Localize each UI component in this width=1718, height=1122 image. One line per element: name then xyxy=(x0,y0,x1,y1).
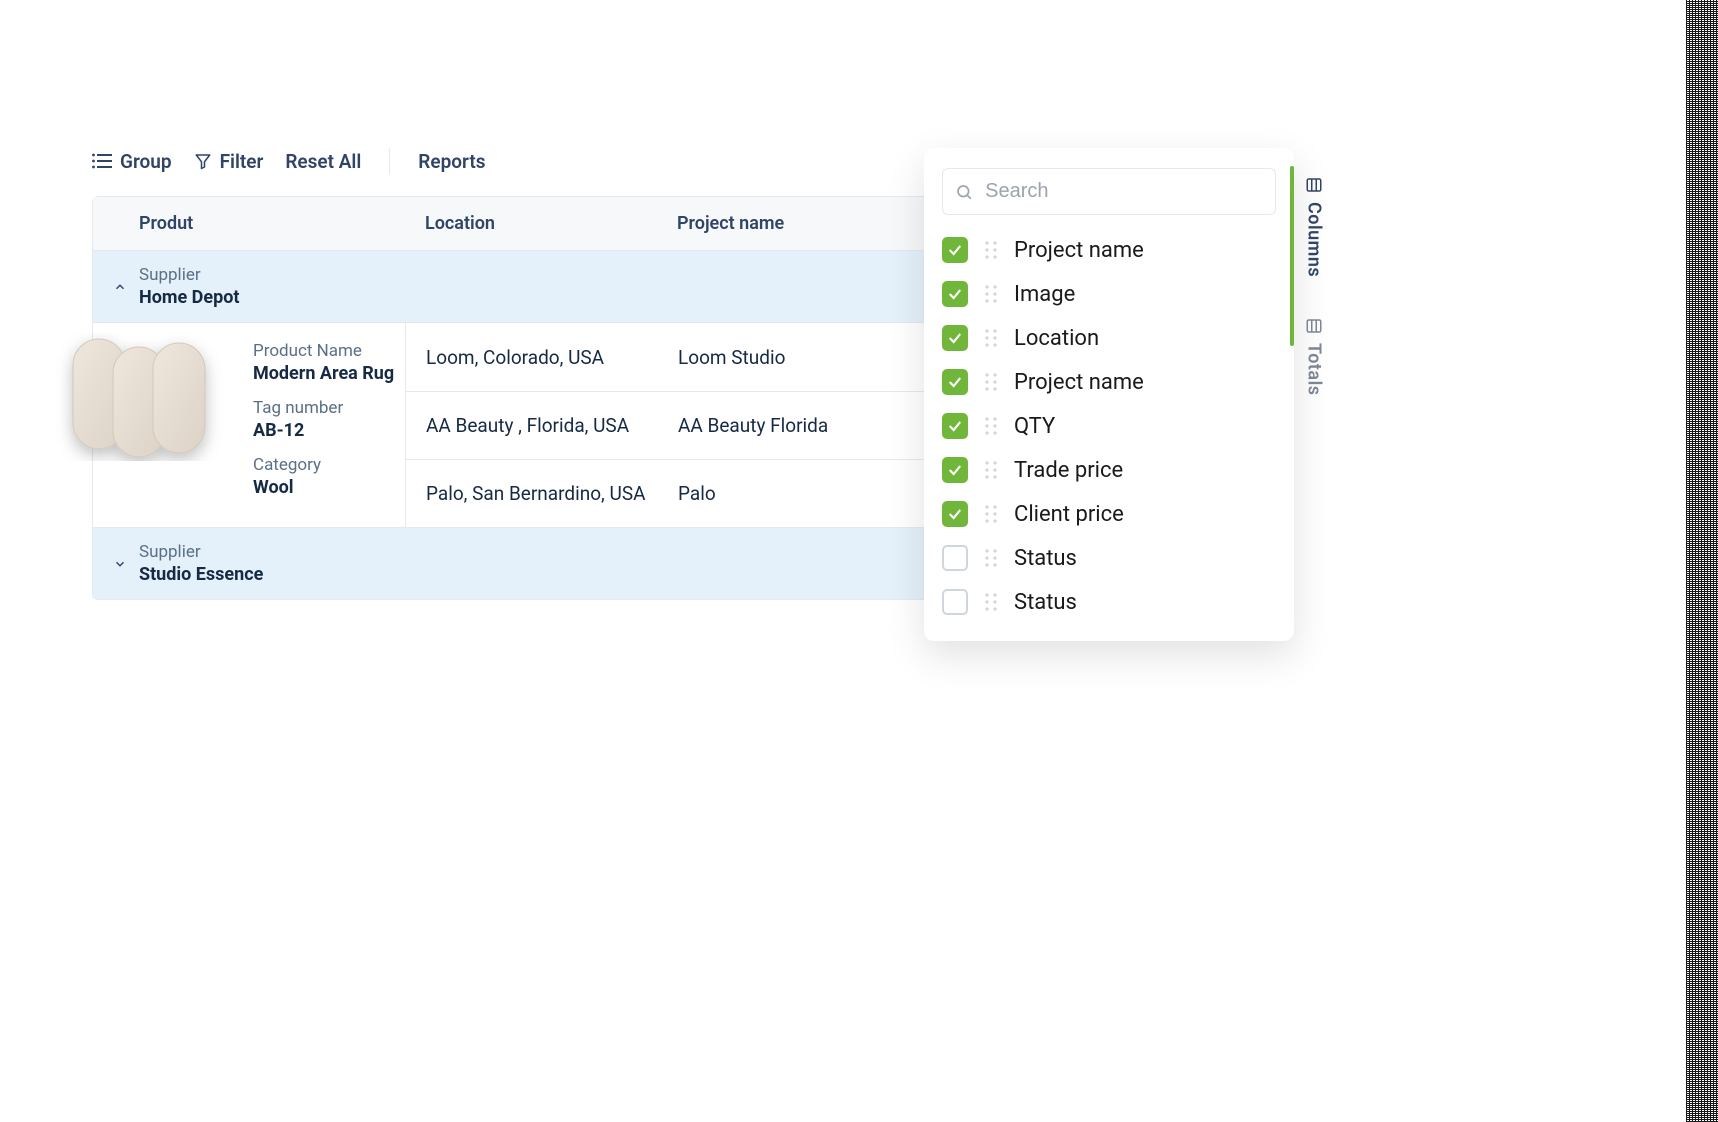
col-location[interactable]: Location xyxy=(405,213,657,234)
tab-totals-label: Totals xyxy=(1304,343,1325,396)
totals-icon xyxy=(1305,317,1323,335)
reset-all-button[interactable]: Reset All xyxy=(285,150,361,173)
product-details: Product Name Modern Area Rug Tag number … xyxy=(93,323,405,527)
column-label: Status xyxy=(1014,590,1077,615)
column-label: Client price xyxy=(1014,502,1124,527)
tab-totals[interactable]: Totals xyxy=(1304,317,1325,396)
reports-button[interactable]: Reports xyxy=(418,150,485,173)
value-category: Wool xyxy=(253,477,405,498)
drag-handle-icon[interactable] xyxy=(984,504,998,524)
kv-category: Category Wool xyxy=(253,455,405,498)
tab-columns[interactable]: Columns xyxy=(1304,176,1325,277)
group-button[interactable]: Group xyxy=(92,150,172,173)
drag-handle-icon[interactable] xyxy=(984,548,998,568)
column-label: Trade price xyxy=(1014,458,1123,483)
reset-label: Reset All xyxy=(285,150,361,173)
tab-columns-label: Columns xyxy=(1304,202,1325,277)
column-label: QTY xyxy=(1014,414,1055,439)
kv-product-name: Product Name Modern Area Rug xyxy=(253,341,405,384)
group-label: Group xyxy=(120,150,172,173)
search-input[interactable] xyxy=(983,179,1263,204)
filter-label: Filter xyxy=(220,150,264,173)
list-icon xyxy=(92,153,112,169)
data-table: Produt Location Project name Client Pric… xyxy=(92,196,1048,600)
checkbox-on[interactable] xyxy=(942,237,968,263)
panel-tabs: Columns Totals xyxy=(1294,148,1334,641)
drag-handle-icon[interactable] xyxy=(984,284,998,304)
checkbox-off[interactable] xyxy=(942,545,968,571)
checkbox-on[interactable] xyxy=(942,325,968,351)
cell-project: Palo xyxy=(658,482,874,505)
group-name: Studio Essence xyxy=(139,564,263,585)
drag-handle-icon[interactable] xyxy=(984,328,998,348)
cell-project: AA Beauty Florida xyxy=(658,414,874,437)
column-label: Project name xyxy=(1014,238,1144,263)
column-item[interactable]: Status xyxy=(942,545,1276,571)
label-product-name: Product Name xyxy=(253,341,405,361)
value-tag: AB-12 xyxy=(253,420,405,441)
table-header: Produt Location Project name Client Pric… xyxy=(93,197,1047,250)
column-item[interactable]: Project name xyxy=(942,369,1276,395)
value-product-name: Modern Area Rug xyxy=(253,363,405,384)
drag-handle-icon[interactable] xyxy=(984,460,998,480)
group-text: Supplier Studio Essence xyxy=(139,542,263,585)
search-icon xyxy=(955,182,973,202)
filter-button[interactable]: Filter xyxy=(194,150,264,173)
toolbar-divider xyxy=(389,148,390,174)
checkbox-on[interactable] xyxy=(942,369,968,395)
column-item[interactable]: Status xyxy=(942,589,1276,615)
cell-location: Palo, San Bernardino, USA xyxy=(406,482,658,505)
column-label: Project name xyxy=(1014,370,1144,395)
group-name: Home Depot xyxy=(139,287,239,308)
column-search[interactable] xyxy=(942,168,1276,215)
checkbox-off[interactable] xyxy=(942,589,968,615)
reports-label: Reports xyxy=(418,150,485,173)
drag-handle-icon[interactable] xyxy=(984,416,998,436)
columns-panel: Project name Image Location Project name xyxy=(924,148,1294,641)
group-text: Supplier Home Depot xyxy=(139,265,239,308)
cell-location: AA Beauty , Florida, USA xyxy=(406,414,658,437)
group-row-studio-essence[interactable]: Supplier Studio Essence xyxy=(93,527,1047,599)
toolbar: Group Filter Reset All Reports xyxy=(92,148,485,174)
checkbox-on[interactable] xyxy=(942,413,968,439)
column-label: Status xyxy=(1014,546,1077,571)
columns-icon xyxy=(1305,176,1323,194)
group-row-home-depot[interactable]: Supplier Home Depot xyxy=(93,250,1047,322)
column-item[interactable]: Image xyxy=(942,281,1276,307)
drag-handle-icon[interactable] xyxy=(984,372,998,392)
app-canvas: Group Filter Reset All Reports Produt Lo… xyxy=(0,0,1718,1122)
checkbox-on[interactable] xyxy=(942,501,968,527)
cell-project: Loom Studio xyxy=(658,346,874,369)
drag-handle-icon[interactable] xyxy=(984,240,998,260)
drag-handle-icon[interactable] xyxy=(984,592,998,612)
checkbox-on[interactable] xyxy=(942,457,968,483)
group-label: Supplier xyxy=(139,265,239,285)
column-item[interactable]: Project name xyxy=(942,237,1276,263)
funnel-icon xyxy=(194,152,212,170)
col-product[interactable]: Produt xyxy=(93,213,405,234)
column-item[interactable]: Location xyxy=(942,325,1276,351)
column-item[interactable]: Trade price xyxy=(942,457,1276,483)
column-label: Location xyxy=(1014,326,1099,351)
column-label: Image xyxy=(1014,282,1075,307)
col-project[interactable]: Project name xyxy=(657,213,873,234)
column-list: Project name Image Location Project name xyxy=(942,237,1276,615)
checkbox-on[interactable] xyxy=(942,281,968,307)
label-tag: Tag number xyxy=(253,398,405,418)
group-label: Supplier xyxy=(139,542,263,562)
column-item[interactable]: Client price xyxy=(942,501,1276,527)
product-block: Product Name Modern Area Rug Tag number … xyxy=(93,322,1047,527)
right-edge-artifact xyxy=(1686,0,1718,1122)
column-item[interactable]: QTY xyxy=(942,413,1276,439)
chevron-down-icon xyxy=(111,557,129,571)
label-category: Category xyxy=(253,455,405,475)
cell-location: Loom, Colorado, USA xyxy=(406,346,658,369)
kv-tag: Tag number AB-12 xyxy=(253,398,405,441)
chevron-up-icon xyxy=(111,280,129,294)
